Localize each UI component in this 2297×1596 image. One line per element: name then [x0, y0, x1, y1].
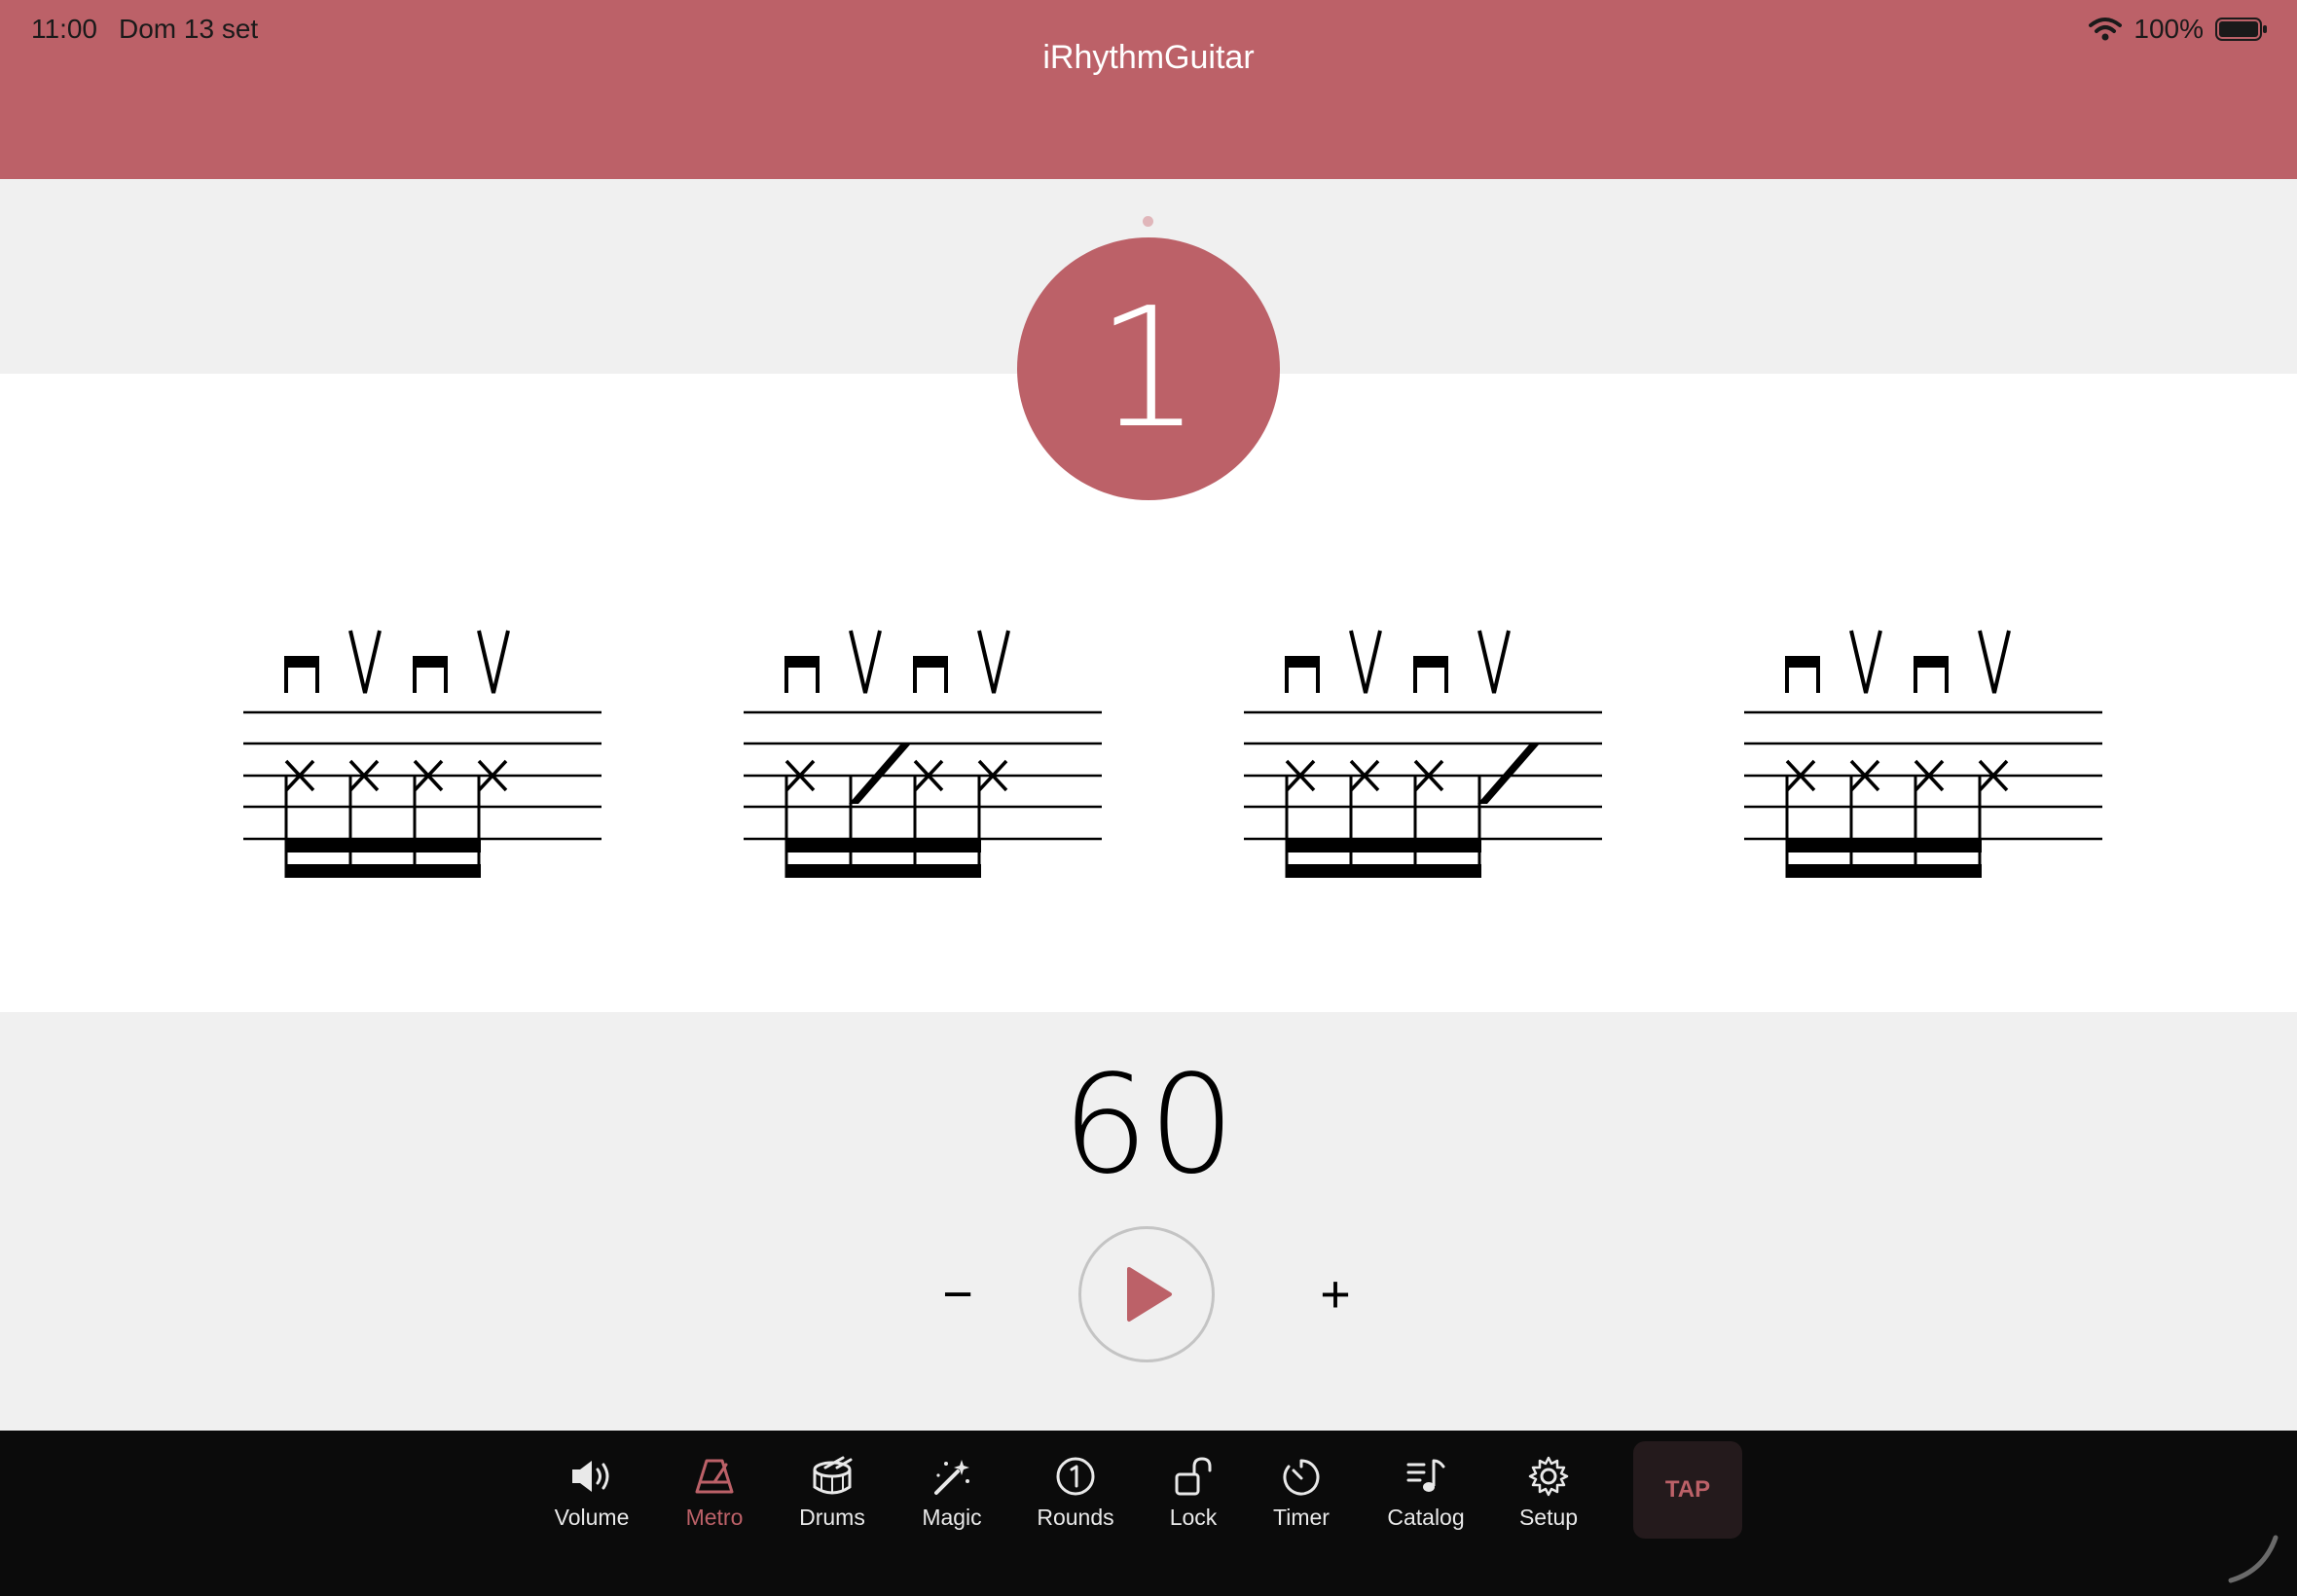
measure-3[interactable]	[1242, 623, 1604, 895]
toolbar-metro[interactable]: Metro	[661, 1452, 768, 1559]
timer-icon	[1283, 1459, 1320, 1496]
downstroke-bar	[1415, 658, 1446, 668]
slash-notehead	[1477, 744, 1540, 804]
toolbar-lock-label: Lock	[1169, 1505, 1218, 1530]
downstroke-bar	[1787, 658, 1818, 668]
toolbar-rounds-label: Rounds	[1037, 1505, 1114, 1530]
rounds-icon	[1056, 1457, 1095, 1496]
toolbar-drums-label: Drums	[799, 1505, 865, 1530]
downstroke-bar	[786, 658, 818, 668]
upstroke-mark	[348, 630, 382, 694]
speaker-icon	[572, 1461, 609, 1492]
metronome-icon	[695, 1459, 734, 1494]
upstroke-mark	[849, 630, 882, 694]
app-title: iRhythmGuitar	[1042, 39, 1255, 76]
downstroke-bar	[286, 658, 317, 668]
toolbar-volume[interactable]: Volume	[538, 1452, 645, 1559]
toolbar-setup-label: Setup	[1518, 1505, 1579, 1530]
play-icon	[1127, 1267, 1172, 1322]
upstroke-mark	[1349, 630, 1382, 694]
upstroke-mark	[1477, 630, 1511, 694]
beam-primary	[286, 839, 481, 852]
upstroke-mark	[1978, 630, 2011, 694]
toolbar-magic-label: Magic	[922, 1505, 982, 1530]
tap-tempo-button[interactable]: TAP	[1633, 1441, 1742, 1539]
measure-4[interactable]	[1742, 623, 2104, 895]
toolbar-drums[interactable]: Drums	[779, 1452, 886, 1559]
upstroke-mark	[1849, 630, 1882, 694]
toolbar-setup[interactable]: Setup	[1495, 1452, 1602, 1559]
app-header: 11:00 Dom 13 set 100% iRhythmGuitar	[0, 0, 2297, 179]
toolbar-timer-label: Timer	[1273, 1505, 1330, 1530]
toolbar-magic[interactable]: Magic	[898, 1452, 1005, 1559]
slash-notehead	[849, 744, 911, 804]
measure-1[interactable]	[241, 623, 603, 895]
home-indicator	[2228, 1535, 2279, 1583]
upstroke-mark	[477, 630, 510, 694]
toolbar-metro-label: Metro	[685, 1505, 744, 1530]
measure-2[interactable]	[742, 623, 1104, 895]
beam-secondary	[1787, 864, 1982, 878]
drum-icon	[813, 1456, 853, 1495]
beam-secondary	[286, 864, 481, 878]
beam-secondary	[786, 864, 981, 878]
toolbar-catalog-label: Catalog	[1387, 1505, 1465, 1530]
downstroke-bar	[915, 658, 946, 668]
toolbar-rounds[interactable]: Rounds	[1022, 1452, 1129, 1559]
toolbar-volume-label: Volume	[554, 1505, 630, 1530]
magic-wand-icon	[934, 1460, 969, 1495]
bottom-toolbar: Volume Metro Drums Magic Rounds Lock Tim…	[0, 1431, 2297, 1596]
beam-primary	[1287, 839, 1481, 852]
toolbar-lock[interactable]: Lock	[1140, 1452, 1247, 1559]
tempo-bpm: 60	[1061, 1046, 1236, 1205]
toolbar-timer[interactable]: Timer	[1248, 1452, 1355, 1559]
tempo-increase-button[interactable]: +	[1308, 1265, 1363, 1324]
gear-icon	[1528, 1456, 1569, 1497]
downstroke-bar	[1287, 658, 1318, 668]
beam-secondary	[1287, 864, 1481, 878]
downstroke-bar	[1915, 658, 1947, 668]
upstroke-mark	[977, 630, 1010, 694]
tempo-decrease-button[interactable]: −	[930, 1265, 985, 1324]
beat-counter: 1	[1017, 237, 1280, 500]
toolbar-catalog[interactable]: Catalog	[1372, 1452, 1479, 1559]
beam-primary	[1787, 839, 1982, 852]
beam-primary	[786, 839, 981, 852]
play-button[interactable]	[1078, 1226, 1215, 1362]
downstroke-bar	[415, 658, 446, 668]
catalog-icon	[1406, 1459, 1445, 1492]
page-indicator-dot	[1143, 216, 1153, 227]
lock-open-icon	[1175, 1457, 1212, 1496]
